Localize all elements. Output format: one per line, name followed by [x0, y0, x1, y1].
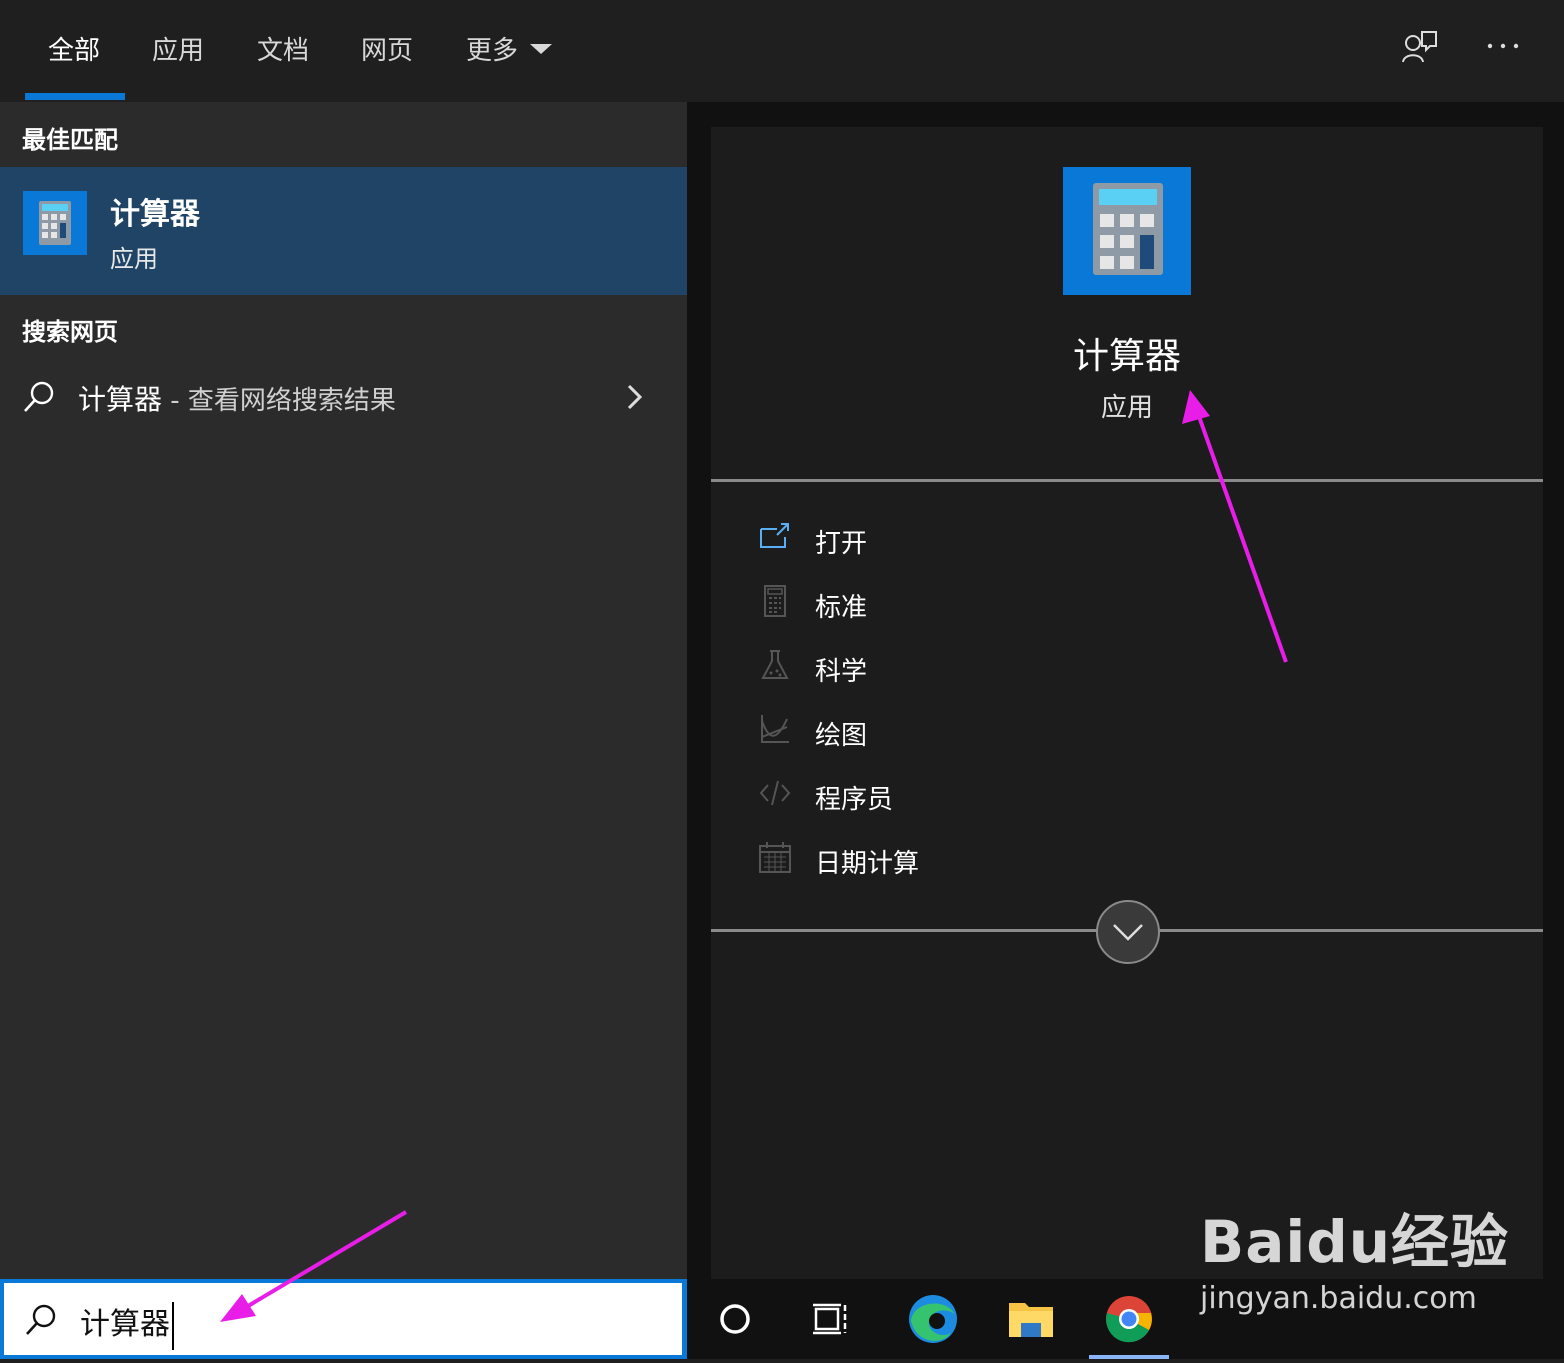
action-label: 程序员 — [815, 785, 894, 815]
search-input-value: 计算器 — [80, 1299, 174, 1350]
action-programmer[interactable]: 程序员 — [759, 771, 1259, 827]
app-detail-card: 计算器 应用 打开 标准 科学 绘图 程序员 日期计算 — [711, 127, 1543, 1279]
results-panel: 最佳匹配 计算器 应用 搜索网页 计算器 - 查看网络搜索结果 — [0, 102, 687, 1279]
web-search-result[interactable]: 计算器 - 查看网络搜索结果 — [0, 360, 687, 430]
chevron-down-icon — [1113, 924, 1143, 941]
action-label: 标准 — [815, 593, 868, 623]
web-search-query: 计算器 — [78, 383, 163, 416]
flask-icon — [761, 650, 789, 679]
cortana-icon[interactable] — [695, 1279, 775, 1359]
action-label: 日期计算 — [815, 849, 920, 879]
action-graphing[interactable]: 绘图 — [759, 707, 1259, 763]
file-explorer-icon[interactable] — [991, 1279, 1071, 1359]
chrome-icon[interactable] — [1089, 1279, 1169, 1359]
chevron-right-icon — [627, 384, 643, 410]
filter-bar: 全部 应用 文档 网页 更多 — [0, 0, 1564, 102]
best-match-heading: 最佳匹配 — [22, 126, 118, 154]
graph-icon — [761, 715, 789, 743]
action-label: 打开 — [815, 529, 868, 559]
calculator-icon — [764, 585, 786, 617]
feedback-icon[interactable] — [1400, 28, 1440, 68]
best-match-result[interactable]: 计算器 应用 — [0, 167, 687, 295]
action-label: 科学 — [815, 657, 868, 687]
search-query: 计算器 — [80, 1307, 170, 1342]
chevron-down-icon[interactable] — [530, 44, 552, 54]
search-web-heading: 搜索网页 — [22, 318, 118, 346]
active-app-indicator — [1089, 1355, 1169, 1359]
detail-subtitle: 应用 — [1100, 393, 1153, 423]
search-bar: 计算器 — [0, 1279, 687, 1359]
watermark-url: jingyan.baidu.com — [1200, 1281, 1477, 1316]
calculator-app-icon — [23, 191, 87, 255]
action-scientific[interactable]: 科学 — [759, 643, 1259, 699]
action-date-calculation[interactable]: 日期计算 — [759, 835, 1259, 891]
code-icon — [759, 780, 791, 806]
best-match-subtitle: 应用 — [110, 245, 158, 273]
search-icon — [24, 381, 54, 412]
action-label: 绘图 — [815, 721, 868, 751]
tab-apps[interactable]: 应用 — [152, 30, 204, 67]
action-standard[interactable]: 标准 — [759, 579, 1259, 635]
action-open[interactable]: 打开 — [759, 515, 1259, 571]
search-input[interactable]: 计算器 — [4, 1283, 682, 1355]
search-icon — [26, 1304, 56, 1335]
active-tab-indicator — [25, 93, 125, 100]
more-options-icon[interactable] — [1486, 36, 1522, 56]
detail-title: 计算器 — [1072, 336, 1181, 377]
tab-web[interactable]: 网页 — [361, 30, 413, 67]
text-cursor — [172, 1301, 174, 1350]
calculator-app-icon-large — [1063, 167, 1191, 295]
watermark: Baidu经验 jingyan.baidu.com — [1200, 1195, 1509, 1316]
edge-icon[interactable] — [893, 1279, 973, 1359]
task-view-icon[interactable] — [791, 1279, 871, 1359]
open-window-icon — [760, 523, 789, 548]
watermark-logo: Baidu经验 — [1200, 1208, 1510, 1276]
expand-button[interactable] — [1096, 900, 1160, 964]
best-match-title: 计算器 — [110, 197, 200, 232]
web-search-suffix: - 查看网络搜索结果 — [162, 386, 396, 416]
calendar-icon — [759, 842, 791, 873]
tab-more[interactable]: 更多 — [466, 30, 518, 67]
divider — [711, 479, 1543, 482]
web-search-label: 计算器 - 查看网络搜索结果 — [78, 378, 396, 418]
tab-all[interactable]: 全部 — [48, 30, 100, 67]
tab-documents[interactable]: 文档 — [257, 30, 309, 67]
